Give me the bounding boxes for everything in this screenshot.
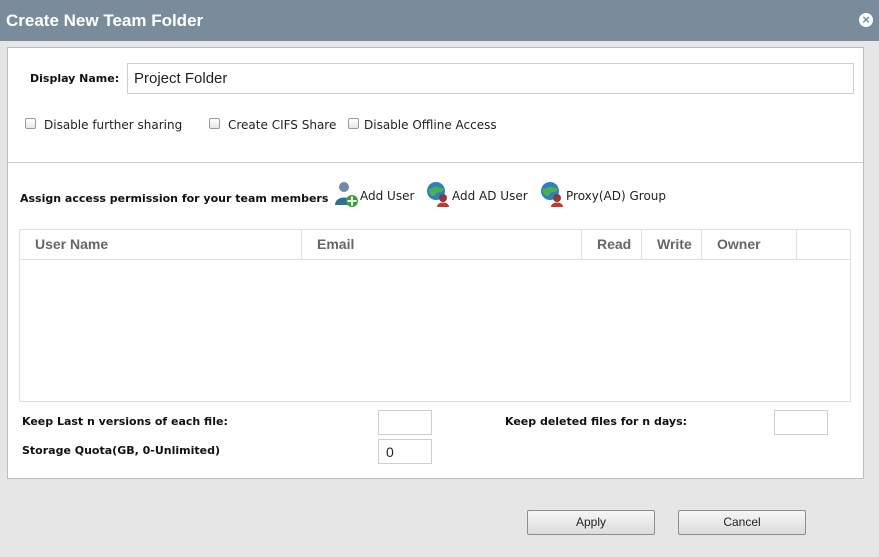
close-icon[interactable]: × bbox=[859, 13, 873, 27]
deleted-days-input[interactable] bbox=[774, 410, 828, 435]
dialog-titlebar: Create New Team Folder × bbox=[0, 0, 879, 41]
column-read[interactable]: Read bbox=[582, 230, 642, 259]
cancel-button[interactable]: Cancel bbox=[678, 510, 806, 535]
versions-input[interactable] bbox=[378, 410, 432, 435]
members-table: User Name Email Read Write Owner bbox=[19, 229, 851, 402]
quota-label: Storage Quota(GB, 0-Unlimited) bbox=[22, 444, 220, 457]
disable-sharing-label: Disable further sharing bbox=[44, 118, 183, 132]
form-panel: Display Name: Disable further sharing Cr… bbox=[7, 47, 864, 479]
disable-offline-checkbox[interactable] bbox=[348, 118, 359, 129]
cifs-share-checkbox[interactable] bbox=[209, 118, 220, 129]
add-user-button[interactable]: Add User bbox=[334, 181, 416, 207]
column-owner[interactable]: Owner bbox=[702, 230, 797, 259]
ad-user-icon bbox=[427, 182, 449, 207]
column-write[interactable]: Write bbox=[642, 230, 702, 259]
add-ad-user-button[interactable]: Add AD User bbox=[426, 181, 530, 207]
display-name-input[interactable] bbox=[127, 63, 854, 94]
permissions-label: Assign access permission for your team m… bbox=[20, 192, 329, 205]
quota-input[interactable] bbox=[378, 439, 432, 464]
versions-label: Keep Last n versions of each file: bbox=[22, 415, 228, 428]
column-user-name[interactable]: User Name bbox=[20, 230, 302, 259]
section-divider bbox=[8, 162, 863, 163]
proxy-group-button[interactable]: Proxy(AD) Group bbox=[540, 181, 670, 207]
add-ad-user-label: Add AD User bbox=[452, 189, 528, 203]
dialog-title: Create New Team Folder bbox=[6, 11, 204, 30]
proxy-group-icon bbox=[541, 182, 563, 207]
disable-sharing-checkbox[interactable] bbox=[25, 118, 36, 129]
proxy-group-label: Proxy(AD) Group bbox=[566, 189, 667, 203]
deleted-days-label: Keep deleted files for n days: bbox=[505, 415, 688, 428]
column-email[interactable]: Email bbox=[302, 230, 582, 259]
add-user-icon bbox=[335, 182, 358, 207]
table-header: User Name Email Read Write Owner bbox=[20, 230, 850, 260]
add-user-label: Add User bbox=[360, 189, 415, 203]
cifs-share-label: Create CIFS Share bbox=[228, 118, 337, 132]
apply-button[interactable]: Apply bbox=[527, 510, 655, 535]
display-name-label: Display Name: bbox=[30, 72, 120, 85]
disable-offline-label: Disable Offline Access bbox=[364, 118, 497, 132]
